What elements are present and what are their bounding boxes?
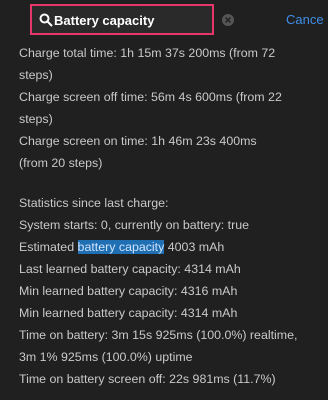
search-input[interactable]: [54, 10, 164, 30]
screen-off-line: Time on battery screen off: 22s 981ms (1…: [19, 372, 276, 386]
uptime-line: 3m 1% 925ms (100.0%) uptime: [19, 350, 193, 364]
estimated-prefix: Estimated: [19, 240, 78, 254]
stats-line: Charge screen on time: 1h 46m 23s 400ms: [19, 134, 257, 148]
last-learned-capacity-line: Last learned battery capacity: 4314 mAh: [19, 262, 241, 276]
min-learned-capacity-line: Min learned battery capacity: 4316 mAh: [19, 284, 238, 298]
min-learned-capacity-line-2: Min learned battery capacity: 4314 mAh: [19, 306, 238, 320]
stats-line: (from 20 steps): [19, 156, 103, 170]
system-starts-line: System starts: 0, currently on battery: …: [19, 218, 250, 232]
clear-search-icon[interactable]: [222, 14, 234, 26]
battery-stats-text: Charge total time: 1h 15m 37s 200ms (fro…: [19, 42, 328, 390]
search-bar: Cance: [0, 0, 328, 40]
stats-line: steps): [19, 112, 53, 126]
search-icon: [39, 13, 53, 27]
stats-line: steps): [19, 68, 53, 82]
search-match-highlight: battery capacity: [77, 240, 165, 254]
search-field[interactable]: [30, 4, 214, 35]
since-last-charge-title: Statistics since last charge:: [19, 196, 169, 210]
cancel-button[interactable]: Cance: [286, 12, 324, 27]
stats-line: Charge screen off time: 56m 4s 600ms (fr…: [19, 90, 282, 104]
stats-line: Charge total time: 1h 15m 37s 200ms (fro…: [19, 46, 276, 60]
estimated-capacity-line: Estimated battery capacity 4003 mAh: [19, 236, 328, 258]
estimated-suffix: 4003 mAh: [164, 240, 225, 254]
time-on-battery-line: Time on battery: 3m 15s 925ms (100.0%) r…: [19, 328, 298, 342]
